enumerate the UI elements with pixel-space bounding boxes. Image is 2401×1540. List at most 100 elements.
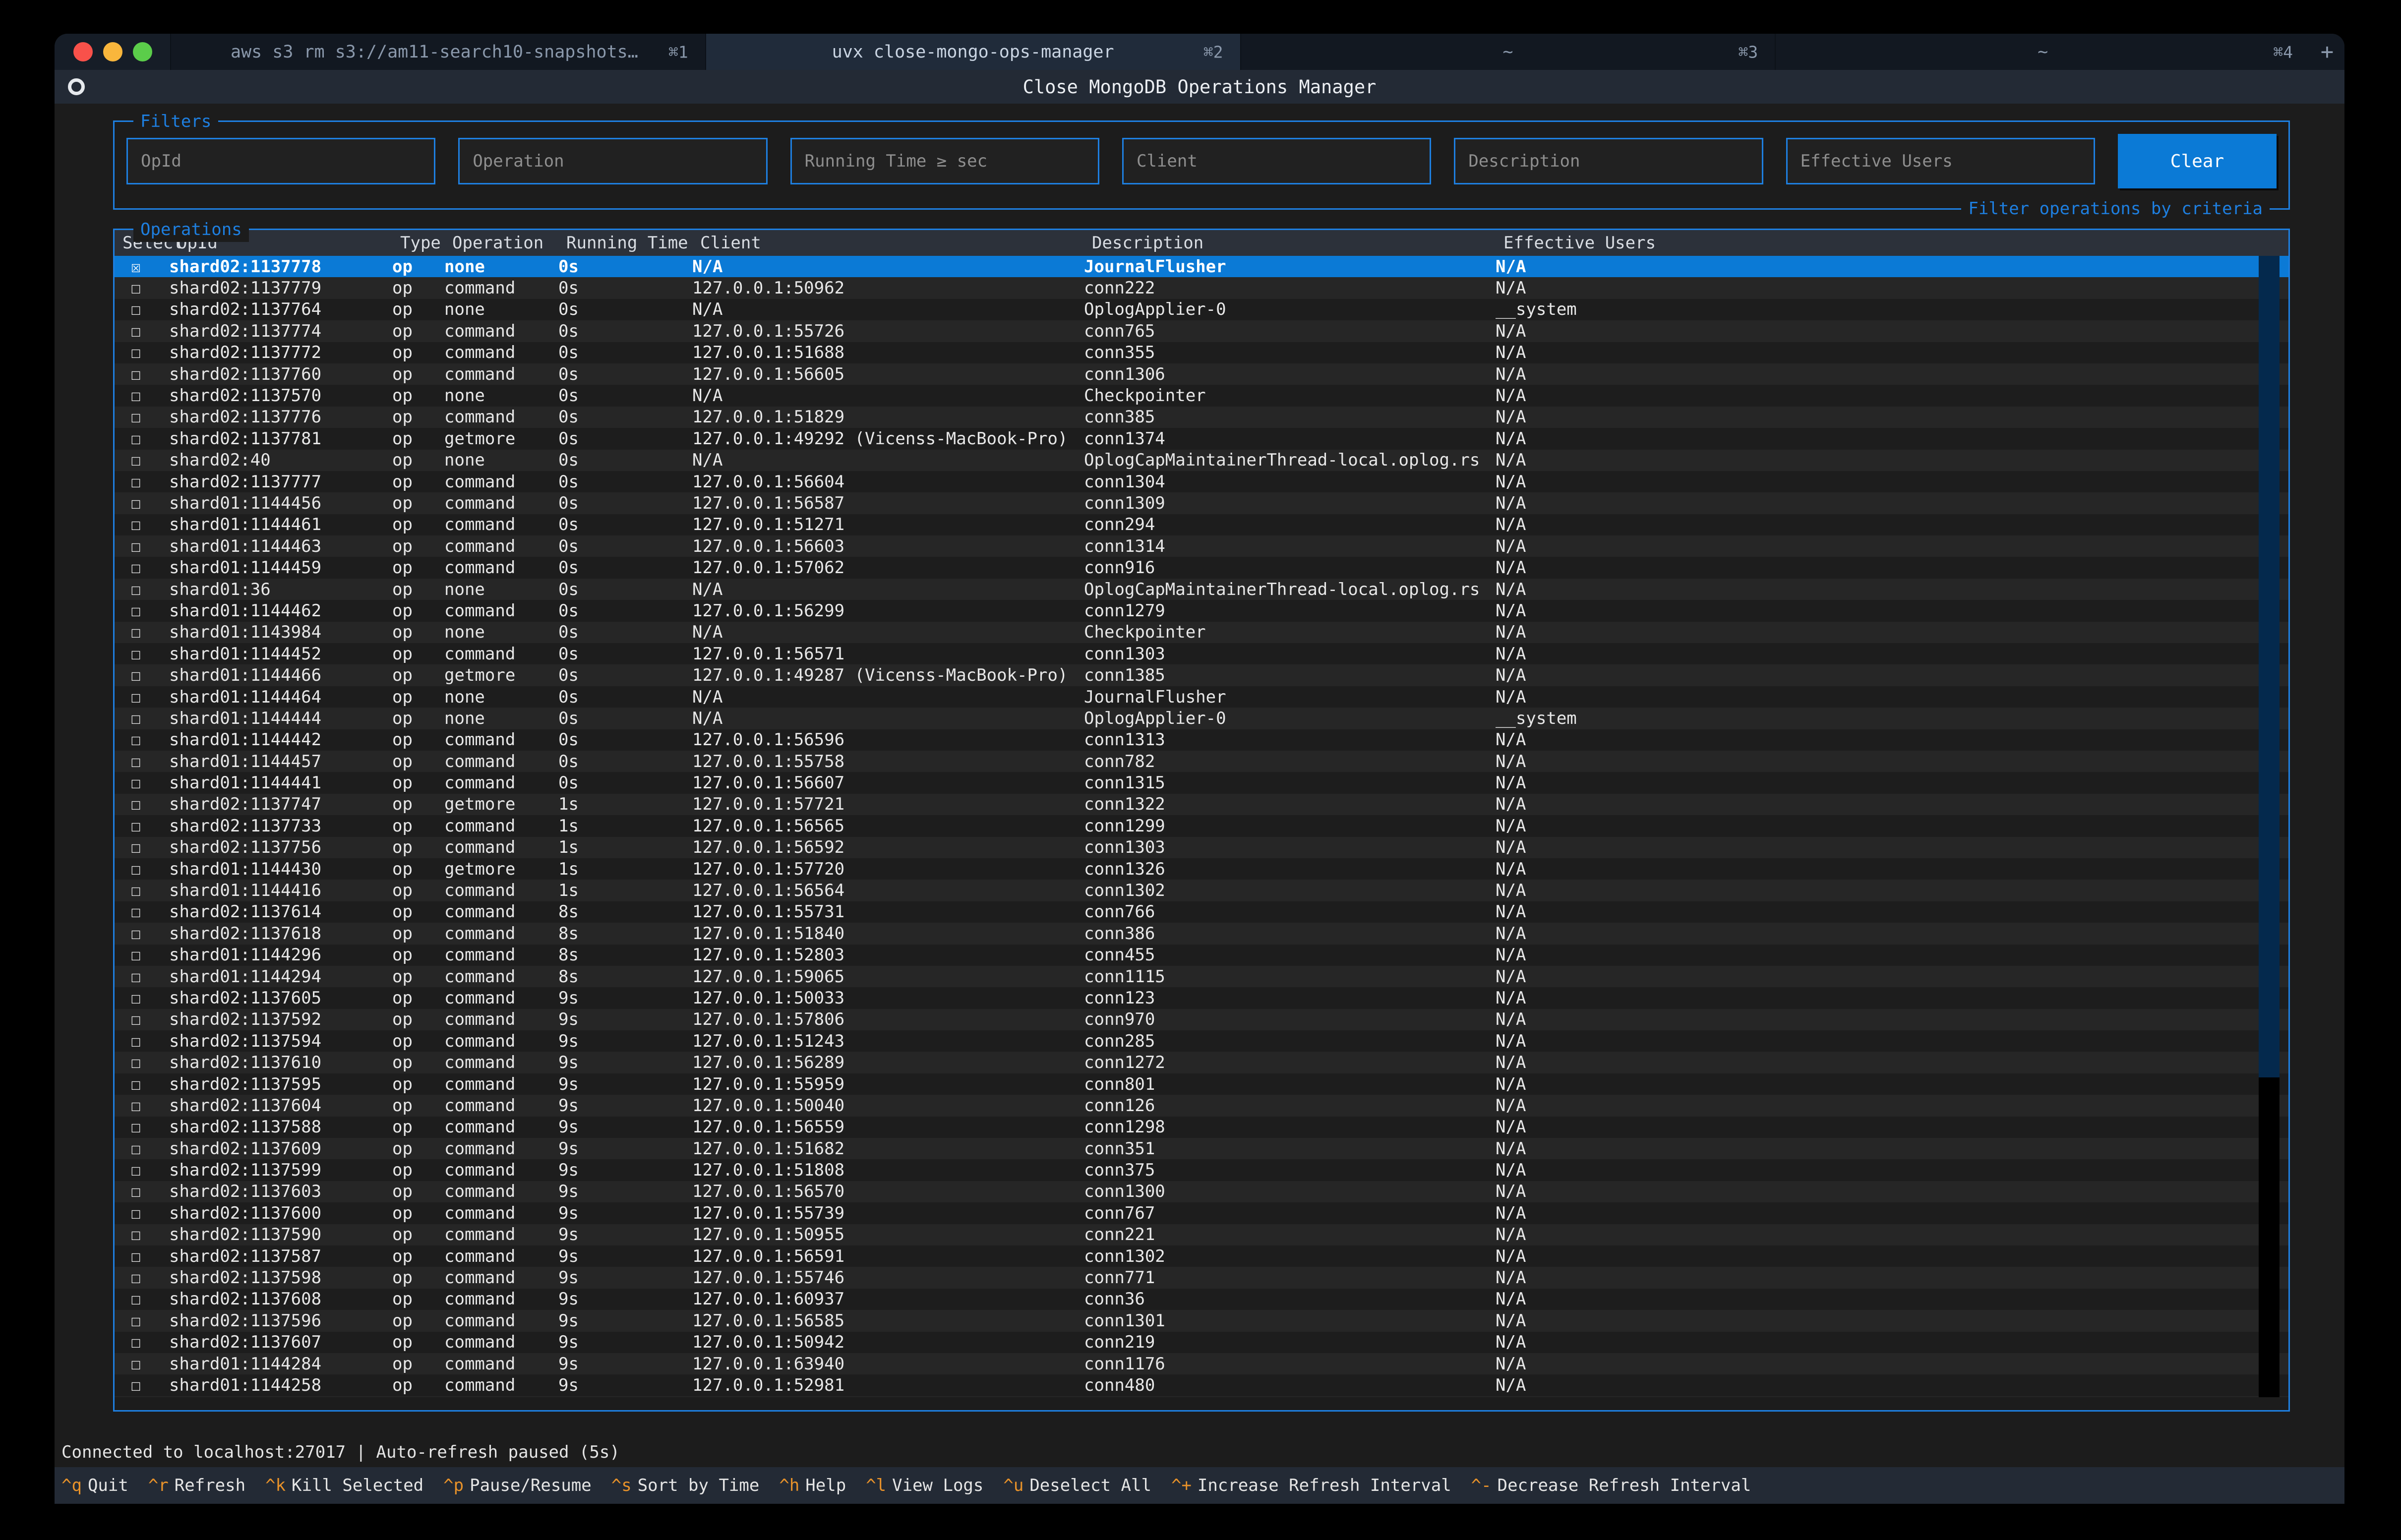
row-select-checkbox[interactable]: ☐ xyxy=(115,644,157,664)
row-select-checkbox[interactable]: ☐ xyxy=(115,1074,157,1094)
table-row[interactable]: ☐shard02:1137605opcommand9s127.0.0.1:500… xyxy=(115,987,2288,1008)
table-row[interactable]: ☐shard01:1144441opcommand0s127.0.0.1:566… xyxy=(115,772,2288,793)
table-row[interactable]: ☐shard02:1137779opcommand0s127.0.0.1:509… xyxy=(115,277,2288,298)
keybinding-deselect-all[interactable]: ^uDeselect All xyxy=(1003,1476,1151,1495)
table-row[interactable]: ☐shard02:1137610opcommand9s127.0.0.1:562… xyxy=(115,1052,2288,1073)
opid-filter-input[interactable]: OpId xyxy=(126,138,435,184)
row-select-checkbox[interactable]: ☐ xyxy=(115,536,157,556)
table-row[interactable]: ☐shard02:1137570opnone0sN/ACheckpointerN… xyxy=(115,385,2288,406)
row-select-checkbox[interactable]: ☒ xyxy=(115,257,157,277)
table-row[interactable]: ☐shard02:1137594opcommand9s127.0.0.1:512… xyxy=(115,1030,2288,1052)
tab-4[interactable]: ~ ⌘4 xyxy=(1775,34,2310,70)
row-select-checkbox[interactable]: ☐ xyxy=(115,709,157,728)
table-row[interactable]: ☐shard02:1137608opcommand9s127.0.0.1:609… xyxy=(115,1289,2288,1310)
row-select-checkbox[interactable]: ☐ xyxy=(115,407,157,427)
row-select-checkbox[interactable]: ☐ xyxy=(115,515,157,534)
table-row[interactable]: ☒shard02:1137778opnone0sN/AJournalFlushe… xyxy=(115,256,2288,277)
table-row[interactable]: ☐shard01:1144273opcommand9s127.0.0.1:512… xyxy=(115,1396,2288,1397)
table-row[interactable]: ☐shard01:1144457opcommand0s127.0.0.1:557… xyxy=(115,751,2288,772)
keybinding-quit[interactable]: ^qQuit xyxy=(61,1476,128,1495)
table-row[interactable]: ☐shard01:1144461opcommand0s127.0.0.1:512… xyxy=(115,514,2288,535)
row-select-checkbox[interactable]: ☐ xyxy=(115,837,157,857)
row-select-checkbox[interactable]: ☐ xyxy=(115,687,157,707)
table-row[interactable]: ☐shard02:1137595opcommand9s127.0.0.1:559… xyxy=(115,1073,2288,1095)
table-row[interactable]: ☐shard02:1137600opcommand9s127.0.0.1:557… xyxy=(115,1202,2288,1224)
table-row[interactable]: ☐shard02:1137607opcommand9s127.0.0.1:509… xyxy=(115,1332,2288,1353)
table-row[interactable]: ☐shard02:1137598opcommand9s127.0.0.1:557… xyxy=(115,1267,2288,1288)
column-header-client[interactable]: Client xyxy=(700,233,1092,253)
vertical-scrollbar[interactable] xyxy=(2259,256,2280,1397)
row-select-checkbox[interactable]: ☐ xyxy=(115,902,157,922)
clear-filters-button[interactable]: Clear xyxy=(2118,134,2277,188)
row-select-checkbox[interactable]: ☐ xyxy=(115,493,157,513)
table-row[interactable]: ☐shard02:40opnone0sN/AOplogCapMaintainer… xyxy=(115,450,2288,471)
row-select-checkbox[interactable]: ☐ xyxy=(115,773,157,793)
table-row[interactable]: ☐shard02:1137774opcommand0s127.0.0.1:557… xyxy=(115,320,2288,342)
row-select-checkbox[interactable]: ☐ xyxy=(115,752,157,771)
row-select-checkbox[interactable]: ☐ xyxy=(115,816,157,836)
row-select-checkbox[interactable]: ☐ xyxy=(115,1096,157,1116)
keybinding-view-logs[interactable]: ^lView Logs xyxy=(866,1476,983,1495)
row-select-checkbox[interactable]: ☐ xyxy=(115,299,157,319)
row-select-checkbox[interactable]: ☐ xyxy=(115,924,157,944)
row-select-checkbox[interactable]: ☐ xyxy=(115,1139,157,1159)
table-row[interactable]: ☐shard02:1137592opcommand9s127.0.0.1:578… xyxy=(115,1009,2288,1030)
row-select-checkbox[interactable]: ☐ xyxy=(115,601,157,621)
tab-3[interactable]: ~ ⌘3 xyxy=(1240,34,1775,70)
table-row[interactable]: ☐shard01:1144462opcommand0s127.0.0.1:562… xyxy=(115,600,2288,621)
client-filter-input[interactable]: Client xyxy=(1122,138,1431,184)
row-select-checkbox[interactable]: ☐ xyxy=(115,558,157,578)
table-row[interactable]: ☐shard02:1137733opcommand1s127.0.0.1:565… xyxy=(115,815,2288,836)
running-time-filter-input[interactable]: Running Time ≥ sec xyxy=(790,138,1099,184)
row-select-checkbox[interactable]: ☐ xyxy=(115,730,157,750)
table-row[interactable]: ☐shard02:1137772opcommand0s127.0.0.1:516… xyxy=(115,342,2288,363)
table-row[interactable]: ☐shard01:1144466opgetmore0s127.0.0.1:492… xyxy=(115,664,2288,686)
table-row[interactable]: ☐shard01:1143984opnone0sN/ACheckpointerN… xyxy=(115,622,2288,643)
table-row[interactable]: ☐shard01:1144294opcommand8s127.0.0.1:590… xyxy=(115,966,2288,987)
table-row[interactable]: ☐shard02:1137587opcommand9s127.0.0.1:565… xyxy=(115,1245,2288,1267)
table-row[interactable]: ☐shard02:1137747opgetmore1s127.0.0.1:577… xyxy=(115,794,2288,815)
table-row[interactable]: ☐shard02:1137618opcommand8s127.0.0.1:518… xyxy=(115,923,2288,944)
table-row[interactable]: ☐shard01:1144459opcommand0s127.0.0.1:570… xyxy=(115,557,2288,578)
row-select-checkbox[interactable]: ☐ xyxy=(115,364,157,384)
row-select-checkbox[interactable]: ☐ xyxy=(115,967,157,987)
table-row[interactable]: ☐shard01:1144463opcommand0s127.0.0.1:566… xyxy=(115,535,2288,557)
row-select-checkbox[interactable]: ☐ xyxy=(115,429,157,449)
row-select-checkbox[interactable]: ☐ xyxy=(115,450,157,470)
row-select-checkbox[interactable]: ☐ xyxy=(115,1311,157,1331)
row-select-checkbox[interactable]: ☐ xyxy=(115,278,157,298)
table-row[interactable]: ☐shard01:1144430opgetmore1s127.0.0.1:577… xyxy=(115,858,2288,880)
row-select-checkbox[interactable]: ☐ xyxy=(115,1268,157,1288)
row-select-checkbox[interactable]: ☐ xyxy=(115,472,157,492)
table-row[interactable]: ☐shard01:1144258opcommand9s127.0.0.1:529… xyxy=(115,1374,2288,1396)
table-row[interactable]: ☐shard02:1137590opcommand9s127.0.0.1:509… xyxy=(115,1224,2288,1245)
row-select-checkbox[interactable]: ☐ xyxy=(115,945,157,965)
table-row[interactable]: ☐shard01:1144452opcommand0s127.0.0.1:565… xyxy=(115,643,2288,664)
row-select-checkbox[interactable]: ☐ xyxy=(115,1053,157,1072)
row-select-checkbox[interactable]: ☐ xyxy=(115,1182,157,1201)
row-select-checkbox[interactable]: ☐ xyxy=(115,1354,157,1374)
column-header-operation[interactable]: Operation xyxy=(452,233,566,253)
row-select-checkbox[interactable]: ☐ xyxy=(115,1332,157,1352)
table-row[interactable]: ☐shard02:1137609opcommand9s127.0.0.1:516… xyxy=(115,1138,2288,1159)
table-row[interactable]: ☐shard02:1137599opcommand9s127.0.0.1:518… xyxy=(115,1159,2288,1181)
new-tab-button[interactable]: + xyxy=(2310,34,2344,70)
column-header-type[interactable]: Type xyxy=(400,233,452,253)
row-select-checkbox[interactable]: ☐ xyxy=(115,881,157,900)
row-select-checkbox[interactable]: ☐ xyxy=(115,1160,157,1180)
table-row[interactable]: ☐shard01:1144464opnone0sN/AJournalFlushe… xyxy=(115,686,2288,708)
table-row[interactable]: ☐shard02:1137760opcommand0s127.0.0.1:566… xyxy=(115,363,2288,385)
close-button-icon[interactable] xyxy=(73,42,93,61)
row-select-checkbox[interactable]: ☐ xyxy=(115,321,157,341)
table-row[interactable]: ☐shard01:1144284opcommand9s127.0.0.1:639… xyxy=(115,1353,2288,1374)
row-select-checkbox[interactable]: ☐ xyxy=(115,1375,157,1395)
keybinding-refresh[interactable]: ^rRefresh xyxy=(148,1476,245,1495)
row-select-checkbox[interactable]: ☐ xyxy=(115,343,157,362)
keybinding-help[interactable]: ^hHelp xyxy=(779,1476,846,1495)
row-select-checkbox[interactable]: ☐ xyxy=(115,1009,157,1029)
table-row[interactable]: ☐shard01:1144416opcommand1s127.0.0.1:565… xyxy=(115,880,2288,901)
table-row[interactable]: ☐shard02:1137781opgetmore0s127.0.0.1:492… xyxy=(115,428,2288,449)
keybinding-sort-by-time[interactable]: ^sSort by Time xyxy=(611,1476,760,1495)
row-select-checkbox[interactable]: ☐ xyxy=(115,1117,157,1137)
effective-users-filter-input[interactable]: Effective Users xyxy=(1786,138,2095,184)
